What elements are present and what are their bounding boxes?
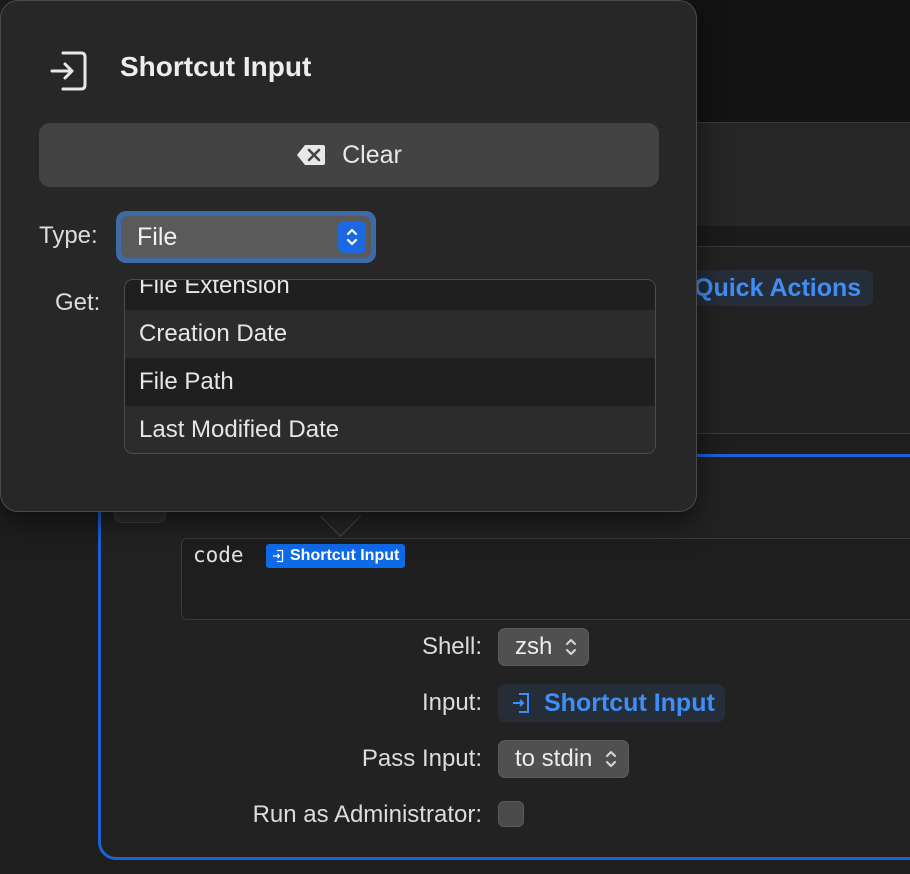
script-code-text: code — [193, 543, 244, 567]
pass-input-value: to stdin — [515, 745, 593, 772]
code-token-label: Shortcut Input — [290, 547, 400, 564]
get-label: Get: — [55, 289, 101, 316]
input-shortcut-input-token[interactable]: Shortcut Input — [498, 684, 725, 722]
get-option-creation-date[interactable]: Creation Date — [125, 310, 655, 358]
type-stepper — [338, 221, 366, 253]
up-down-chevron-icon — [346, 228, 358, 246]
input-token-label: Shortcut Input — [544, 688, 715, 717]
clear-label: Clear — [342, 140, 402, 169]
arrow-into-box-icon — [513, 693, 529, 713]
shell-value: zsh — [515, 633, 553, 660]
code-shortcut-input-token[interactable]: Shortcut Input — [266, 544, 406, 568]
type-label: Type: — [39, 222, 98, 249]
pass-input-popup-button[interactable]: to stdin — [498, 740, 630, 778]
clear-button[interactable]: Clear — [39, 123, 659, 187]
popover-title: Shortcut Input — [120, 51, 312, 82]
shell-popup-button[interactable]: zsh — [498, 628, 590, 666]
get-option-last-modified-date[interactable]: Last Modified Date — [125, 406, 655, 453]
shell-label: Shell: — [421, 633, 482, 660]
up-down-chevron-icon — [606, 751, 617, 767]
up-down-chevron-icon — [566, 639, 577, 655]
type-select[interactable]: File — [121, 216, 371, 258]
get-option-file-extension[interactable]: File Extension — [125, 280, 655, 310]
run-as-administrator-label: Run as Administrator: — [252, 801, 482, 828]
arrow-into-box-icon — [273, 549, 284, 563]
arrow-into-box-icon — [50, 51, 87, 91]
shortcut-input-popover: Shortcut Input Clear Type: File Get: Fil… — [0, 0, 697, 512]
get-option-file-path[interactable]: File Path — [125, 358, 655, 406]
type-value: File — [137, 222, 178, 251]
delete-left-icon — [297, 145, 326, 165]
pass-input-label: Pass Input: — [361, 745, 482, 772]
get-property-list[interactable]: File Extension Creation Date File Path L… — [124, 279, 656, 454]
quick-actions-token[interactable]: Quick Actions — [680, 270, 874, 306]
run-as-administrator-checkbox[interactable] — [498, 801, 524, 827]
input-label: Input: — [421, 689, 482, 716]
